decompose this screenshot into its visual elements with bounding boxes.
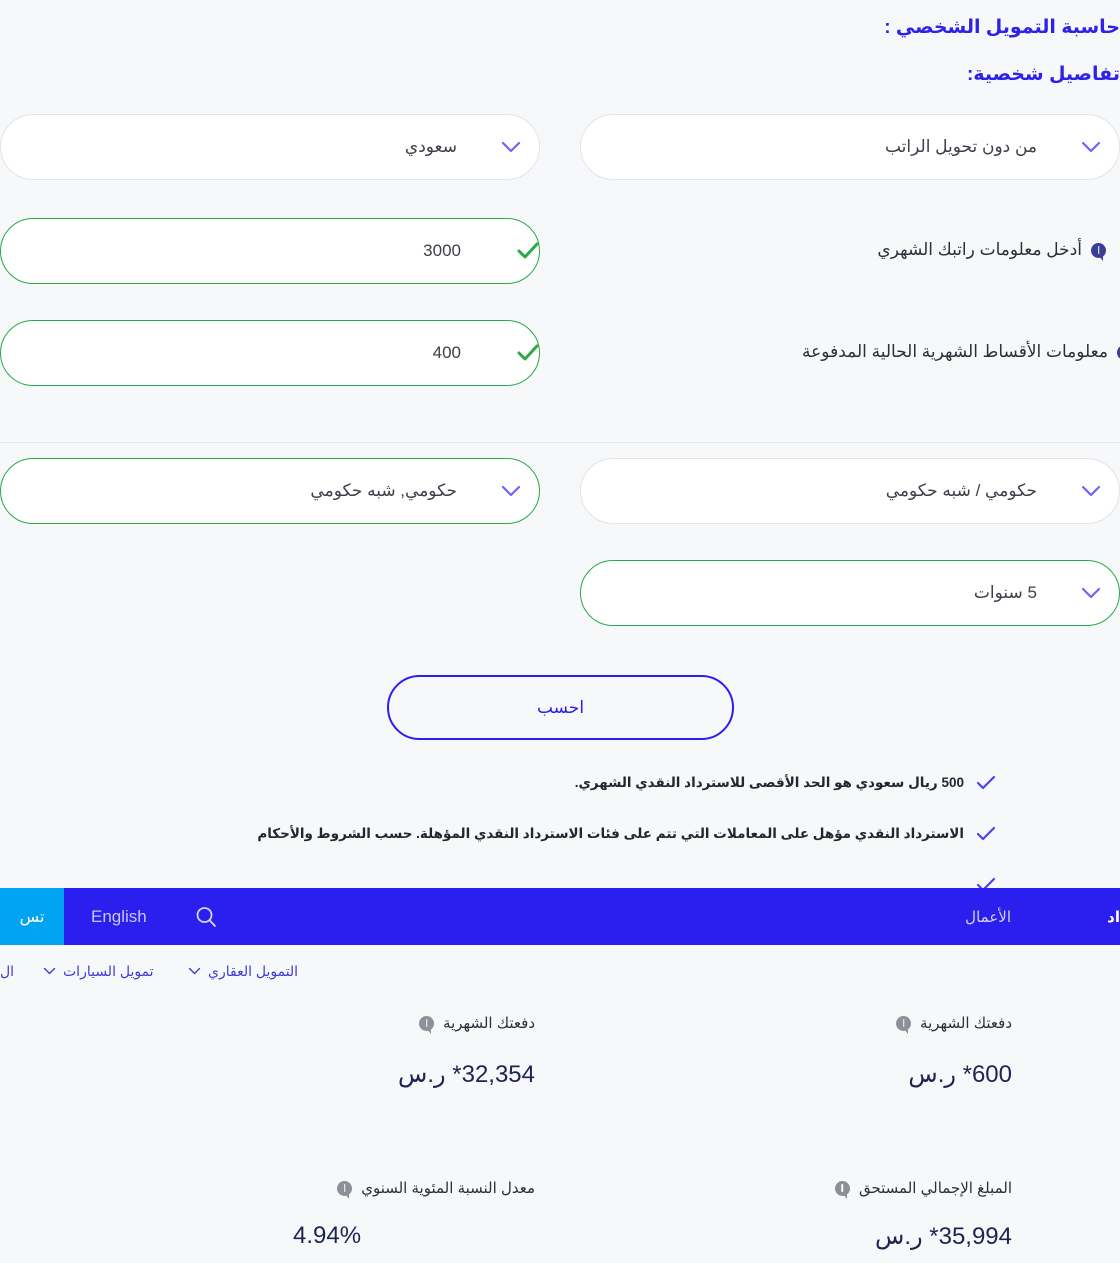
info-tooltip-icon[interactable] bbox=[1091, 242, 1106, 261]
chevron-down-icon bbox=[188, 967, 201, 975]
result-value-monthly-payment-right: 600* ر.س bbox=[908, 1061, 1012, 1088]
current-installments-label: معلومات الأقساط الشهرية الحالية المدفوعة bbox=[802, 342, 1108, 361]
monthly-salary-value: 3000 bbox=[423, 241, 461, 260]
nav-item-business[interactable]: الأعمال bbox=[965, 888, 1011, 945]
result-label-apr: معدل النسبة المئوية السنوي bbox=[337, 1179, 535, 1199]
current-installments-value: 400 bbox=[432, 343, 461, 362]
nationality-dropdown[interactable]: سعودي bbox=[0, 114, 540, 180]
info-tooltip-icon[interactable] bbox=[896, 1015, 912, 1034]
result-label-text: معدل النسبة المئوية السنوي bbox=[361, 1180, 535, 1197]
monthly-salary-label: أدخل معلومات راتبك الشهري bbox=[877, 240, 1082, 259]
chevron-down-icon[interactable] bbox=[1063, 587, 1119, 599]
subnav-label: ال bbox=[0, 962, 15, 979]
employer-sector-detail-dropdown[interactable]: حكومي, شبه حكومي bbox=[0, 458, 540, 524]
nav-item-partial[interactable]: اد bbox=[1107, 888, 1120, 945]
check-icon bbox=[976, 826, 996, 847]
result-label-text: دفعتك الشهرية bbox=[920, 1015, 1012, 1032]
result-value-monthly-payment-left: 32,354* ر.س bbox=[398, 1061, 535, 1088]
info-tooltip-icon[interactable] bbox=[337, 1180, 353, 1199]
note-text: 500 ريال سعودي هو الحد الأقصى للاسترداد … bbox=[574, 775, 964, 790]
note-item: الاسترداد النقدي مؤهل على المعاملات التي… bbox=[257, 825, 996, 847]
result-label-total-amount-due: المبلغ الإجمالي المستحق bbox=[834, 1179, 1012, 1199]
employer-sector-dropdown[interactable]: حكومي / شبه حكومي bbox=[580, 458, 1120, 524]
calculate-button[interactable]: احسب bbox=[387, 675, 734, 740]
search-icon[interactable] bbox=[194, 888, 218, 945]
valid-check-icon bbox=[487, 344, 539, 362]
chevron-down-icon bbox=[43, 967, 56, 975]
chevron-down-icon[interactable] bbox=[483, 485, 539, 497]
result-label-monthly-payment-left: دفعتك الشهرية bbox=[419, 1014, 535, 1034]
note-item: 500 ريال سعودي هو الحد الأقصى للاسترداد … bbox=[575, 774, 996, 796]
salary-transfer-dropdown[interactable]: من دون تحويل الراتب bbox=[580, 114, 1120, 180]
section-subtitle: تفاصيل شخصية: bbox=[966, 64, 1120, 85]
personal-finance-calculator-page: حاسبة التمويل الشخصي : تفاصيل شخصية: من … bbox=[0, 0, 1120, 1263]
section-divider bbox=[0, 442, 1120, 443]
salary-transfer-value: من دون تحويل الراتب bbox=[884, 137, 1037, 156]
current-installments-label-group: معلومات الأقساط الشهرية الحالية المدفوعة bbox=[802, 342, 1120, 362]
valid-check-icon bbox=[487, 242, 539, 260]
monthly-salary-label-group: أدخل معلومات راتبك الشهري bbox=[877, 240, 1106, 261]
monthly-salary-input[interactable]: 3000 bbox=[0, 218, 540, 284]
info-tooltip-icon[interactable] bbox=[419, 1015, 435, 1034]
language-toggle-link[interactable]: English bbox=[91, 888, 147, 945]
result-label-text: دفعتك الشهرية bbox=[443, 1015, 535, 1032]
result-label-text: المبلغ الإجمالي المستحق bbox=[858, 1180, 1012, 1197]
chevron-down-icon[interactable] bbox=[1063, 485, 1119, 497]
main-navbar: تس English الأعمال اد bbox=[0, 888, 1120, 945]
nav-cta-button[interactable]: تس bbox=[0, 888, 64, 945]
result-value-apr: 4.94% bbox=[293, 1222, 362, 1249]
tenure-dropdown[interactable]: 5 سنوات bbox=[580, 560, 1120, 626]
subnav-item-partial[interactable]: ال bbox=[0, 945, 14, 997]
note-text: الاسترداد النقدي مؤهل على المعاملات التي… bbox=[257, 826, 964, 841]
nationality-value: سعودي bbox=[404, 137, 457, 156]
info-tooltip-icon[interactable] bbox=[834, 1180, 850, 1199]
chevron-down-icon[interactable] bbox=[483, 141, 539, 153]
current-installments-input[interactable]: 400 bbox=[0, 320, 540, 386]
check-icon bbox=[976, 775, 996, 796]
subnav-label: التمويل العقاري bbox=[208, 962, 299, 979]
result-label-monthly-payment-right: دفعتك الشهرية bbox=[896, 1014, 1012, 1034]
tenure-value: 5 سنوات bbox=[973, 583, 1037, 602]
employer-sector-detail-value: حكومي, شبه حكومي bbox=[310, 481, 457, 500]
employer-sector-value: حكومي / شبه حكومي bbox=[885, 481, 1037, 500]
chevron-down-icon[interactable] bbox=[1063, 141, 1119, 153]
page-title: حاسبة التمويل الشخصي : bbox=[884, 17, 1120, 38]
subnav-item-mortgage[interactable]: التمويل العقاري bbox=[188, 945, 298, 997]
subnav-label: تمويل السيارات bbox=[63, 962, 154, 979]
sub-navbar: التمويل العقاري تمويل السيارات ال bbox=[0, 945, 1120, 997]
subnav-item-auto-finance[interactable]: تمويل السيارات bbox=[43, 945, 154, 997]
result-value-total-amount-due: 35,994* ر.س bbox=[875, 1223, 1012, 1250]
